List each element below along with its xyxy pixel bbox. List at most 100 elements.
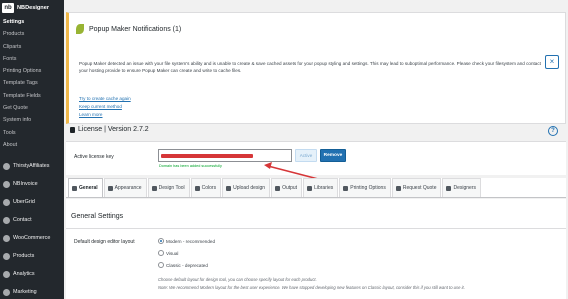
submenu-item-template-tags[interactable]: Template Tags — [0, 77, 64, 89]
license-heading: License | Version 2.7.2 — [70, 126, 149, 133]
close-icon[interactable]: × — [545, 55, 559, 69]
grid-icon — [3, 198, 10, 206]
radio-label: Classic - deprecated — [166, 262, 208, 268]
admin-sidebar: nb NBDesigner Settings Products Cliparts… — [0, 0, 64, 299]
radio-modern[interactable]: Modern - recommended — [158, 238, 215, 244]
link-try-create-cache[interactable]: Try to create cache again — [79, 95, 131, 103]
palette-icon — [194, 185, 200, 191]
tab-label: Output — [282, 185, 298, 191]
mail-icon — [3, 216, 10, 224]
submenu-item-template-fields[interactable]: Template Fields — [0, 90, 64, 102]
submenu-item-settings[interactable]: Settings — [0, 16, 64, 28]
nbdesigner-logo-icon: nb — [2, 3, 14, 13]
tab-request-quote[interactable]: Request Quote — [391, 178, 442, 197]
radio-button[interactable] — [158, 238, 164, 244]
active-button[interactable]: Active — [295, 149, 317, 162]
license-panel: Active license key Domain has been added… — [66, 141, 566, 175]
radio-button[interactable] — [158, 262, 164, 268]
tab-label: Printing Options — [350, 185, 386, 191]
tab-label: General — [79, 185, 98, 191]
radio-label: Visual — [166, 250, 179, 256]
menu-item-ubergrid[interactable]: UberGrid — [0, 193, 64, 211]
nbdesigner-submenu: Settings Products Cliparts Fonts Printin… — [0, 16, 64, 151]
megaphone-icon — [3, 288, 10, 296]
popup-maker-icon — [76, 24, 84, 34]
submenu-item-get-quote[interactable]: Get Quote — [0, 102, 64, 114]
tab-design-tool[interactable]: Design Tool — [147, 178, 190, 197]
tab-label: Libraries — [314, 185, 334, 191]
radio-label: Modern - recommended — [166, 238, 216, 244]
brand-name: NBDesigner — [17, 5, 50, 11]
woocommerce-icon — [3, 234, 10, 242]
tab-colors[interactable]: Colors — [190, 178, 222, 197]
radio-button[interactable] — [158, 250, 164, 256]
notice-body: Popup Maker detected an issue with your … — [79, 61, 541, 73]
radio-classic[interactable]: Classic - deprecated — [158, 262, 208, 268]
submenu-item-products[interactable]: Products — [0, 28, 64, 40]
divider — [66, 228, 566, 229]
grid-icon — [343, 185, 349, 191]
tab-label: Appearance — [114, 185, 142, 191]
remove-button[interactable]: Remove — [320, 149, 346, 162]
menu-item-thirstyaffiliates[interactable]: ThirstyAffiliates — [0, 157, 64, 175]
menu-item-label: ThirstyAffiliates — [13, 163, 50, 170]
license-key-input[interactable] — [158, 149, 292, 162]
invoice-icon — [3, 180, 10, 188]
editor-layout-help: Choose default layout for design tool, y… — [158, 277, 317, 282]
user-icon — [446, 185, 452, 191]
license-title: License | Version 2.7.2 — [78, 126, 149, 133]
menu-item-woocommerce[interactable]: WooCommerce — [0, 229, 64, 247]
box-icon — [3, 252, 10, 260]
sidebar-brand[interactable]: nb NBDesigner — [0, 0, 64, 16]
radio-visual[interactable]: Visual — [158, 250, 178, 256]
tab-label: Design Tool — [158, 185, 185, 191]
cart-icon — [395, 185, 401, 191]
menu-item-label: Contact — [13, 217, 32, 224]
tab-appearance[interactable]: Appearance — [103, 178, 147, 197]
license-status-message: Domain has been added successfully — [159, 164, 222, 168]
redacted-key-mark — [161, 153, 253, 158]
submenu-item-cliparts[interactable]: Cliparts — [0, 41, 64, 53]
help-icon[interactable]: ? — [548, 126, 558, 136]
menu-item-label: UberGrid — [13, 199, 35, 206]
submenu-item-system-info[interactable]: System info — [0, 114, 64, 126]
section-title: General Settings — [71, 213, 124, 220]
tab-upload-design[interactable]: Upload design — [222, 178, 271, 197]
tab-libraries[interactable]: Libraries — [303, 178, 339, 197]
filter-icon — [275, 185, 281, 191]
upload-icon — [226, 185, 232, 191]
notice-links: Try to create cache again Keep current m… — [79, 95, 131, 120]
license-key-label: Active license key — [74, 154, 114, 160]
top-strip — [64, 0, 568, 10]
menu-item-marketing[interactable]: Marketing — [0, 283, 64, 299]
menu-item-label: WooCommerce — [13, 235, 51, 242]
pencil-icon — [151, 185, 157, 191]
general-settings-panel: General Settings Default design editor l… — [66, 199, 566, 299]
menu-item-nbinvoice[interactable]: NBInvoice — [0, 175, 64, 193]
gear-icon — [72, 185, 77, 191]
tab-general[interactable]: General — [68, 178, 103, 197]
submenu-item-about[interactable]: About — [0, 139, 64, 151]
submenu-item-printing-options[interactable]: Printing Options — [0, 65, 64, 77]
menu-item-contact[interactable]: Contact — [0, 211, 64, 229]
tab-label: Request Quote — [402, 185, 437, 191]
link-learn-more[interactable]: Learn more — [79, 111, 131, 119]
tab-designers[interactable]: Designers — [442, 178, 481, 197]
chart-icon — [3, 270, 10, 278]
menu-item-analytics[interactable]: Analytics — [0, 265, 64, 283]
tab-printing-options[interactable]: Printing Options — [339, 178, 391, 197]
menu-item-label: Products — [13, 253, 35, 260]
submenu-item-fonts[interactable]: Fonts — [0, 53, 64, 65]
tab-output[interactable]: Output — [271, 178, 303, 197]
editor-layout-label: Default design editor layout — [74, 239, 135, 245]
menu-item-label: NBInvoice — [13, 181, 38, 188]
brush-icon — [107, 185, 113, 191]
link-keep-current-method[interactable]: Keep current method — [79, 103, 131, 111]
ta-icon — [3, 162, 10, 170]
editor-layout-note: Note: We recommend Modern layout for the… — [158, 285, 465, 290]
popup-maker-notice: Popup Maker Notifications (1) Popup Make… — [66, 12, 566, 124]
menu-item-label: Marketing — [13, 289, 37, 296]
submenu-item-tools[interactable]: Tools — [0, 127, 64, 139]
settings-tabs: General Appearance Design Tool Colors Up… — [66, 178, 566, 198]
menu-item-products[interactable]: Products — [0, 247, 64, 265]
